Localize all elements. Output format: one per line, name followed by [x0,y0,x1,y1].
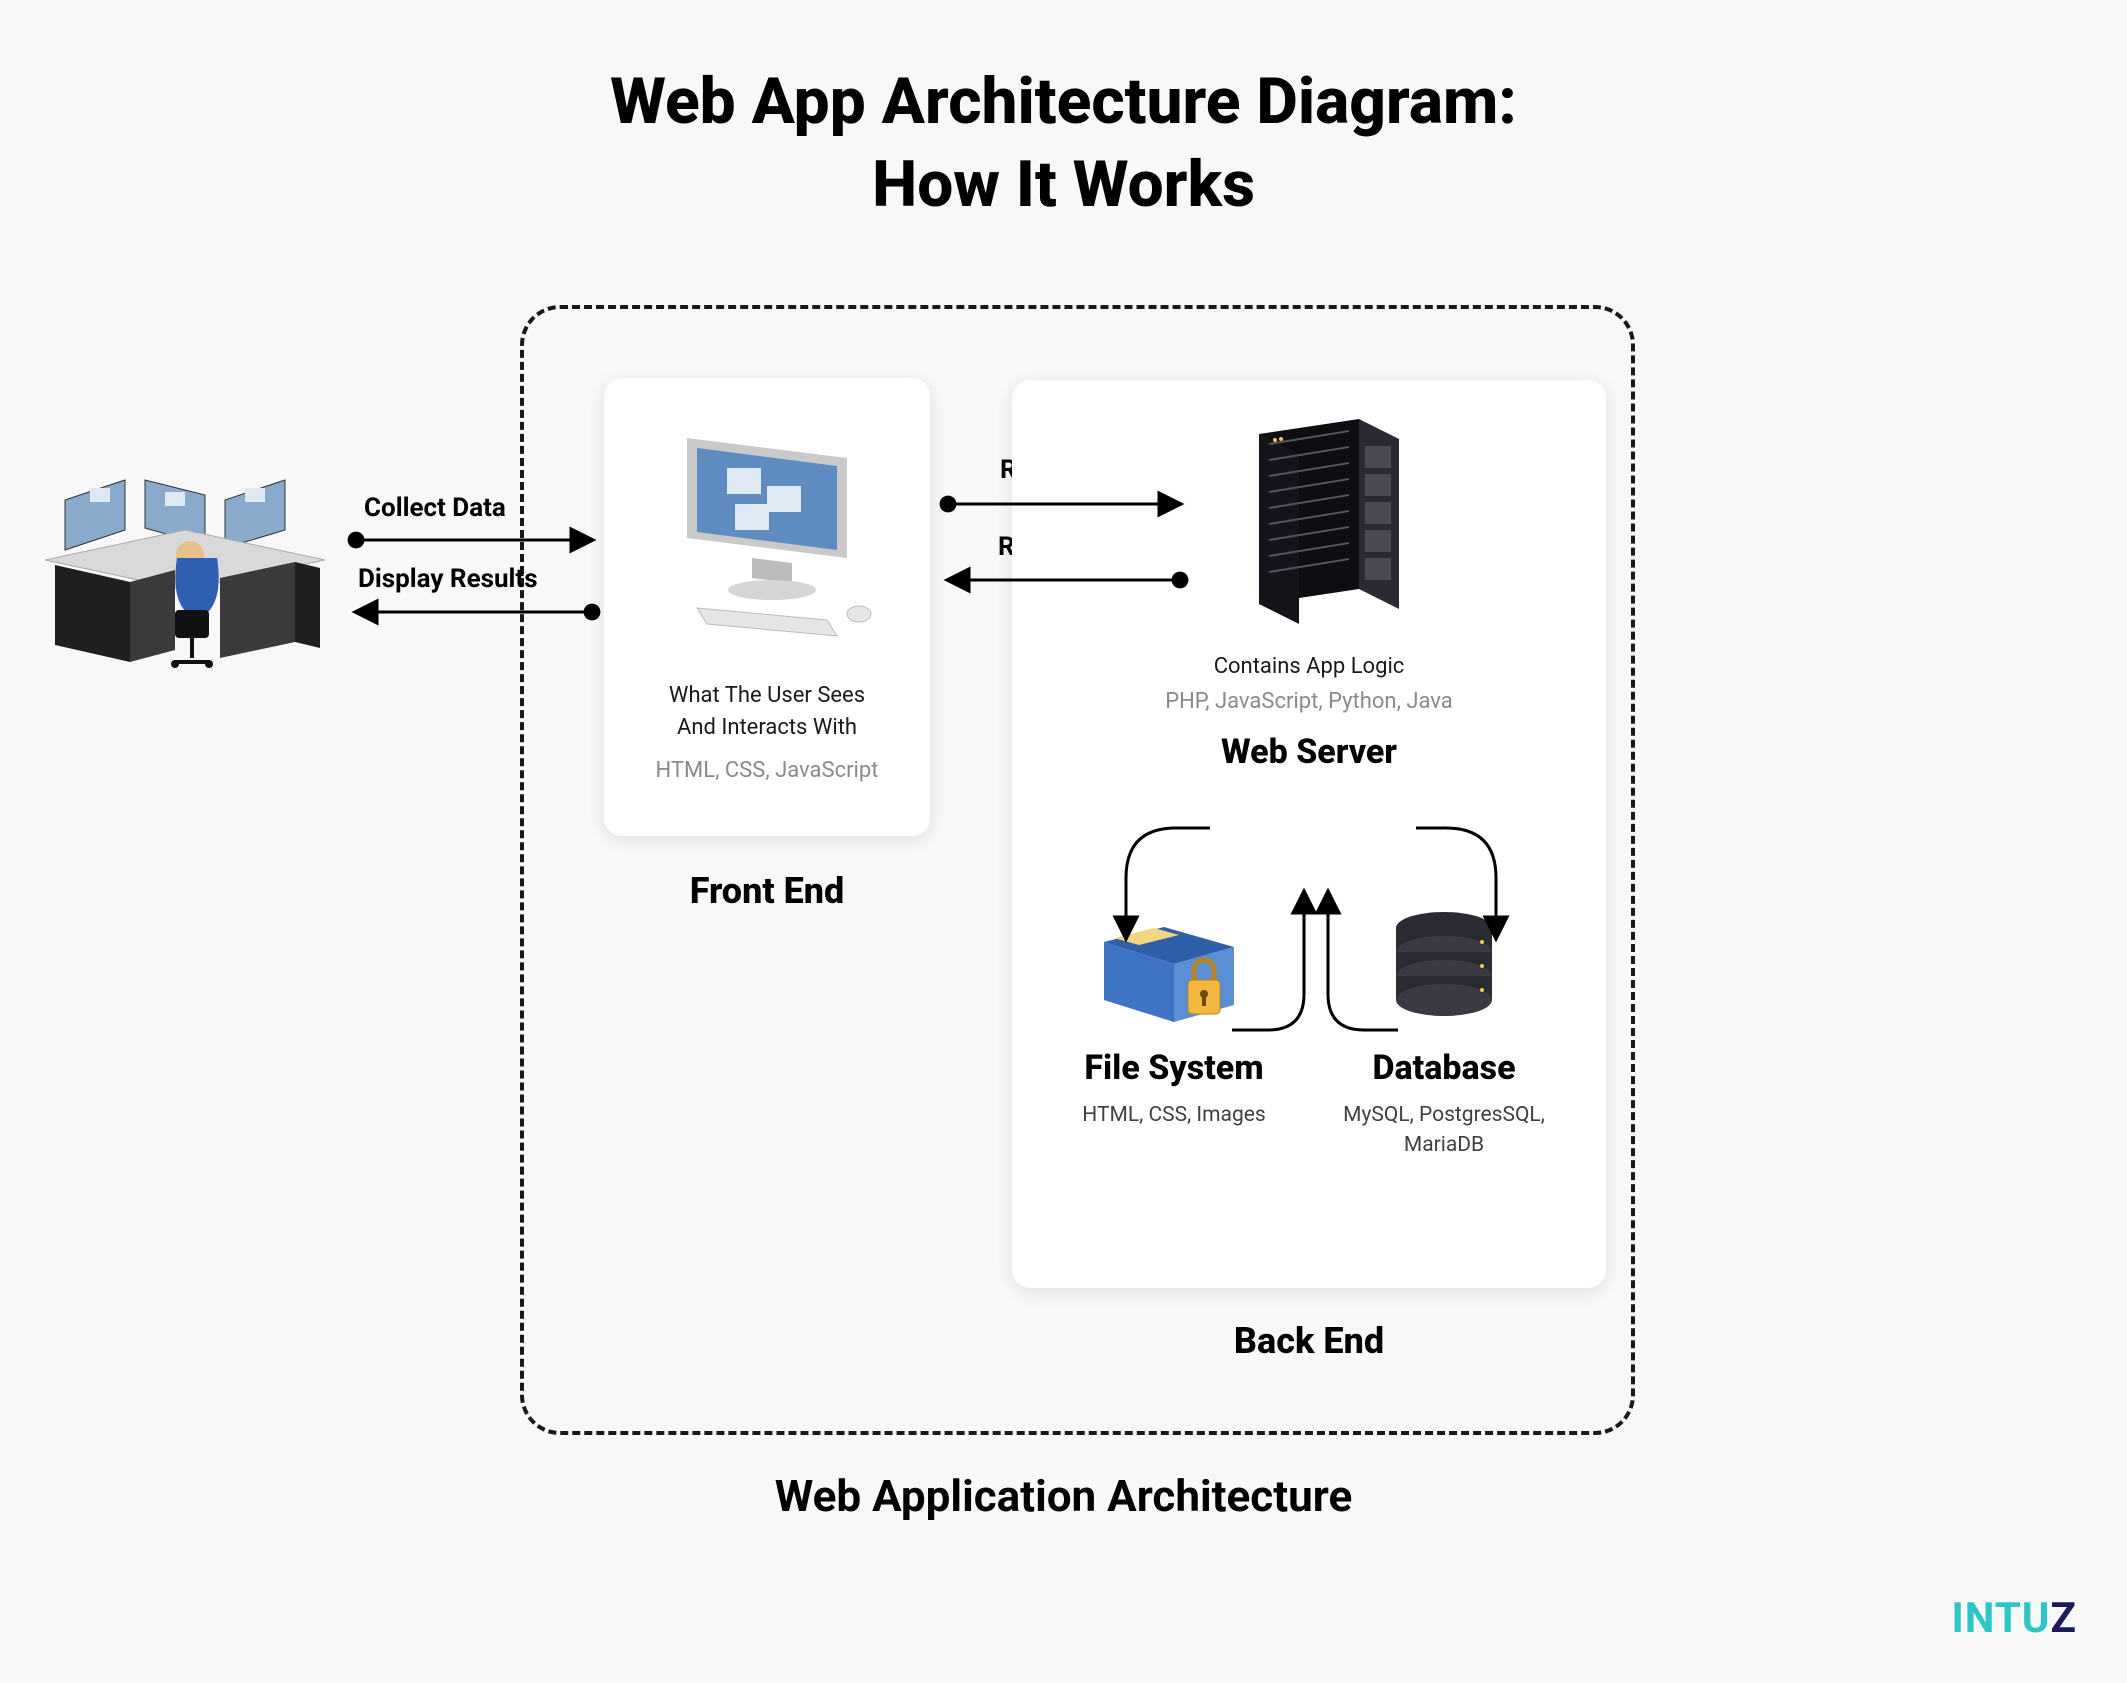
architecture-caption: Web Application Architecture [0,1470,2127,1522]
frontend-desc-line1: What The User Sees [669,683,865,708]
desktop-computer-icon [626,408,908,652]
title-line-1: Web App Architecture Diagram: [610,64,1517,139]
arrow-label-display-results: Display Results [358,564,538,594]
filesystem-label: File System [1044,1048,1304,1088]
arrow-label-collect-data: Collect Data [364,493,506,523]
user-workstation-icon [35,440,335,680]
folder-lock-icon [1044,902,1304,1036]
backend-label: Back End [1012,1320,1606,1362]
frontend-label: Front End [604,870,930,912]
frontend-desc-line2: And Interacts With [677,715,857,740]
database-label: Database [1314,1048,1574,1088]
database-block: Database MySQL, PostgresSQL, MariaDB [1314,902,1574,1161]
backend-server-desc: Contains App Logic [1038,654,1580,679]
brand-logo: INTUZ [1951,1594,2077,1643]
database-tech: MySQL, PostgresSQL, MariaDB [1314,1100,1574,1161]
filesystem-tech: HTML, CSS, Images [1044,1100,1304,1130]
brand-part2: Z [2051,1594,2078,1643]
server-rack-icon [1038,414,1580,634]
filesystem-block: File System HTML, CSS, Images [1044,902,1304,1161]
brand-part1: INTU [1951,1594,2050,1643]
backend-card: Contains App Logic PHP, JavaScript, Pyth… [1012,380,1606,1288]
diagram-title: Web App Architecture Diagram: How It Wor… [0,60,2127,226]
title-line-2: How It Works [872,147,1255,222]
frontend-card: What The User Sees And Interacts With HT… [604,378,930,836]
web-server-label: Web Server [1221,732,1397,772]
database-stack-icon [1314,902,1574,1036]
frontend-tech: HTML, CSS, JavaScript [626,758,908,783]
backend-server-tech: PHP, JavaScript, Python, Java [1038,689,1580,714]
